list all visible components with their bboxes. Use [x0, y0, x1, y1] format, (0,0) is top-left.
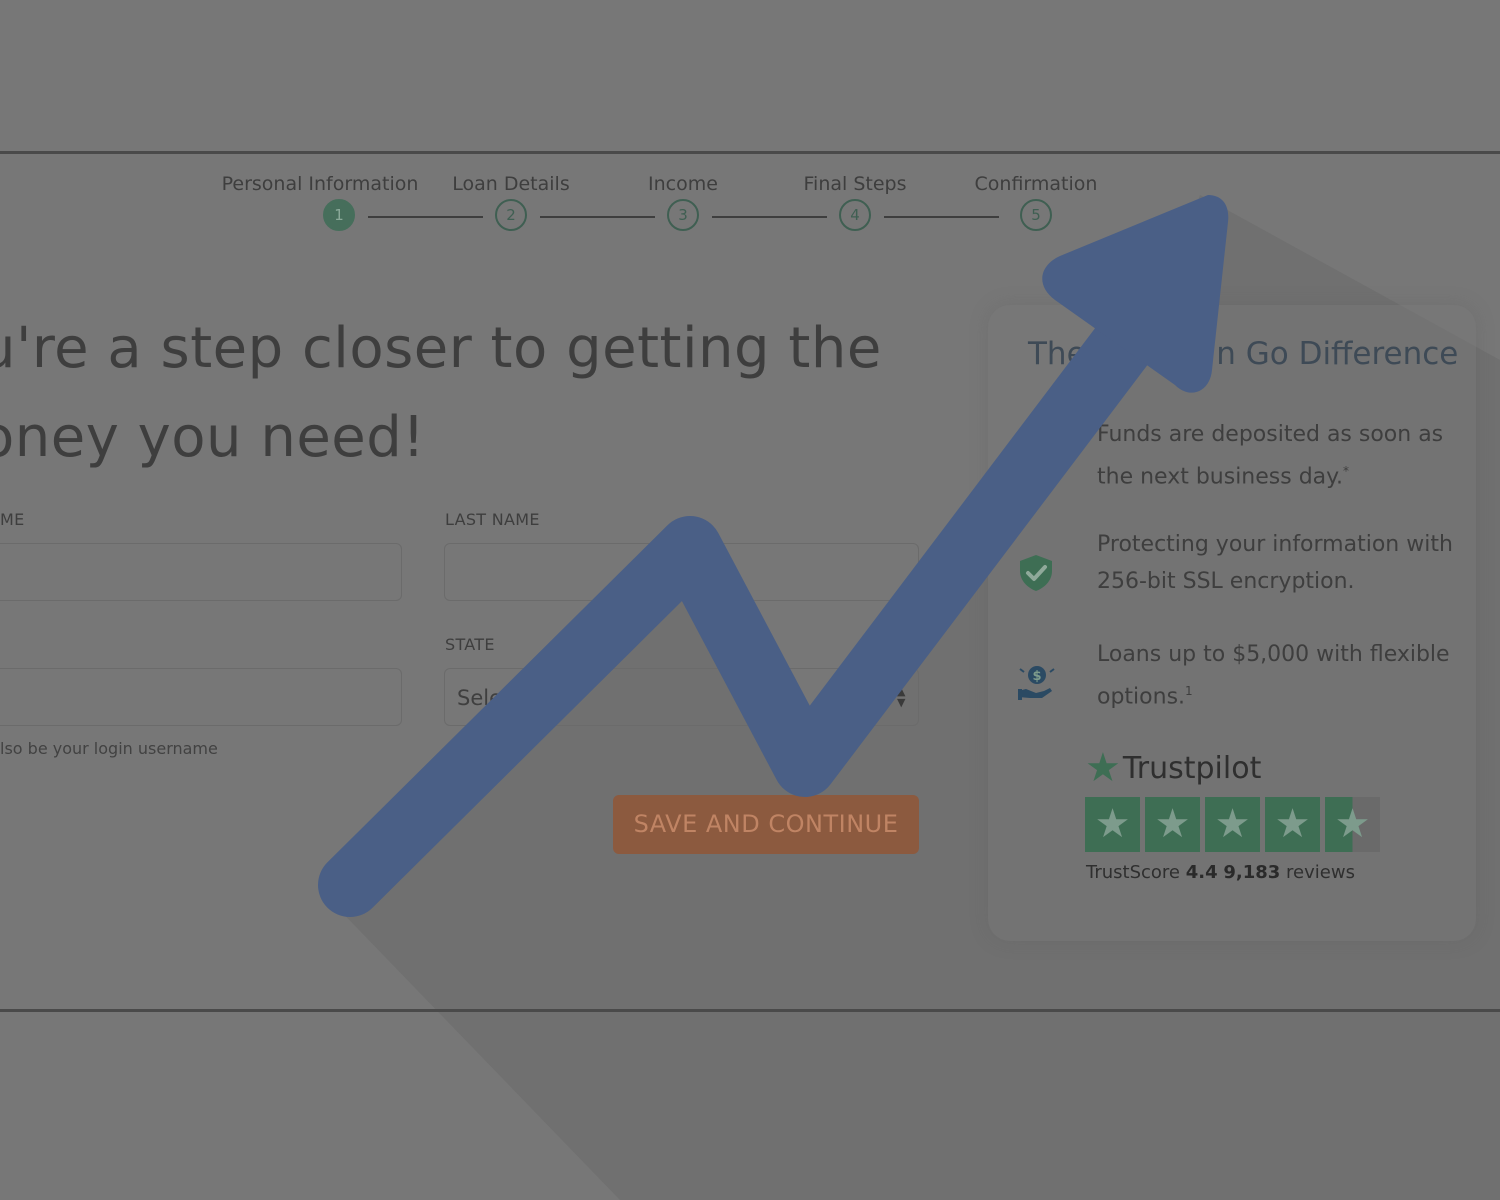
step-label-confirmation: Confirmation — [974, 173, 1098, 195]
hand-money-icon: $ — [1018, 666, 1055, 700]
step-connector — [540, 216, 655, 218]
save-and-continue-button[interactable]: SAVE AND CONTINUE — [613, 795, 919, 854]
star-icon: ★ — [1265, 797, 1320, 852]
last-name-label: LAST NAME — [445, 510, 540, 529]
step-label-income: Income — [648, 173, 718, 195]
star-icon: ★ — [1085, 797, 1140, 852]
benefits-title: The Check `n Go Difference — [1028, 336, 1459, 372]
page-heading-line1: u're a step closer to getting the — [0, 316, 882, 381]
step-connector — [884, 216, 999, 218]
top-divider — [0, 151, 1500, 154]
state-select-value: Select — [457, 686, 522, 710]
first-name-label: ME — [0, 510, 25, 529]
page: Personal Information Loan Details Income… — [0, 0, 1500, 1200]
state-label: STATE — [445, 635, 495, 654]
rocket-icon — [1019, 447, 1052, 480]
trustscore-text: TrustScore 4.4 9,183 reviews — [1086, 862, 1355, 883]
step-circle-5: 5 — [1020, 199, 1052, 231]
page-heading-line2: oney you need! — [0, 405, 426, 470]
bottom-divider — [0, 1009, 1500, 1012]
step-label-personal-information: Personal Information — [221, 173, 419, 195]
select-updown-icon: ▲ ▼ — [897, 685, 906, 709]
star-icon: ★ — [1205, 797, 1260, 852]
step-label-final-steps: Final Steps — [803, 173, 907, 195]
trustpilot-star-icon: ★ — [1085, 745, 1121, 791]
last-name-input[interactable] — [444, 543, 919, 601]
shield-check-icon — [1020, 555, 1052, 591]
step-circle-4: 4 — [839, 199, 871, 231]
feature-ssl-encryption: Protecting your information with 256-bit… — [1097, 532, 1453, 594]
svg-text:$: $ — [1032, 669, 1041, 684]
half-star-icon: ★ — [1325, 797, 1380, 852]
email-input[interactable] — [0, 668, 402, 726]
trustpilot-logo: ★Trustpilot — [1085, 745, 1262, 791]
step-circle-3: 3 — [667, 199, 699, 231]
step-label-loan-details: Loan Details — [452, 173, 570, 195]
email-helper-text: lso be your login username — [0, 739, 218, 758]
star-icon: ★ — [1145, 797, 1200, 852]
feature-loan-amount: Loans up to $5,000 with flexible options… — [1097, 642, 1450, 710]
step-connector — [368, 216, 483, 218]
first-name-input[interactable] — [0, 543, 402, 601]
trustpilot-rating-stars: ★ ★ ★ ★ ★ — [1085, 797, 1380, 852]
feature-fast-funding: Funds are deposited as soon as the next … — [1097, 422, 1444, 490]
step-connector — [712, 216, 827, 218]
step-circle-1: 1 — [323, 199, 355, 231]
step-circle-2: 2 — [495, 199, 527, 231]
